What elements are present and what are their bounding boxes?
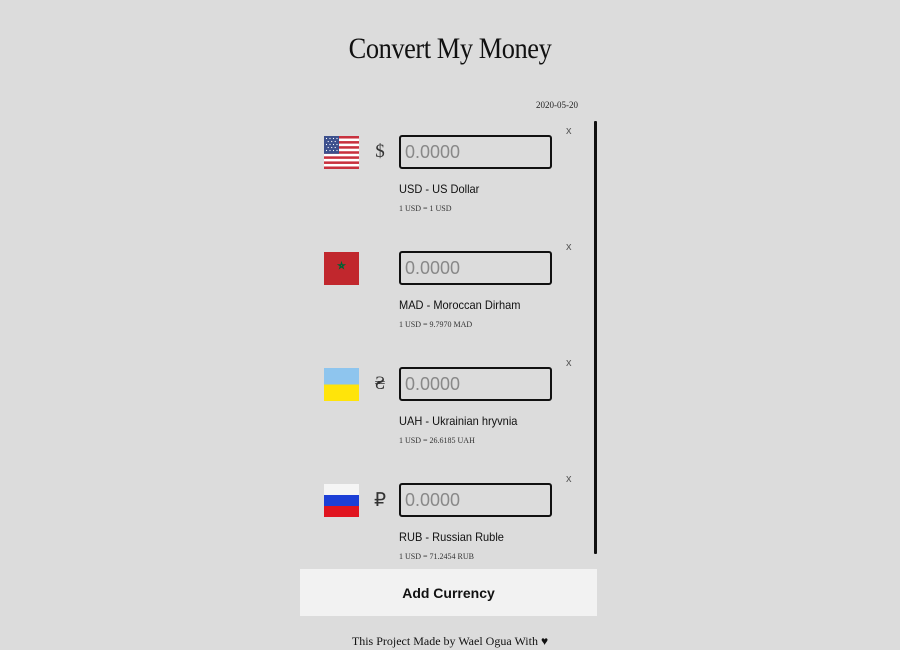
remove-currency-button[interactable]: x	[566, 125, 572, 137]
currency-name: USD - US Dollar	[399, 182, 480, 196]
currency-symbol: $	[375, 141, 385, 162]
currency-symbol: ₽	[373, 490, 387, 511]
currency-row-rub: ₽ RUB - Russian Ruble 1 USD = 71.2454 RU…	[300, 469, 590, 569]
amount-input-usd[interactable]	[399, 135, 552, 169]
rates-date: 2020-05-20	[536, 100, 578, 110]
currency-row-usd: $ USD - US Dollar 1 USD = 1 USD x	[300, 121, 590, 221]
us-flag-icon	[324, 136, 359, 169]
amount-input-mad[interactable]	[399, 251, 552, 285]
amount-input-uah[interactable]	[399, 367, 552, 401]
remove-currency-button[interactable]: x	[566, 473, 572, 485]
remove-currency-button[interactable]: x	[566, 357, 572, 369]
currency-row-mad: MAD - Moroccan Dirham 1 USD = 9.7970 MAD…	[300, 237, 590, 337]
currency-name: RUB - Russian Ruble	[399, 530, 504, 544]
scrollbar[interactable]	[594, 121, 597, 554]
page-title: Convert My Money	[348, 32, 552, 65]
exchange-rate: 1 USD = 1 USD	[399, 204, 452, 213]
exchange-rate: 1 USD = 71.2454 RUB	[399, 552, 474, 561]
currency-name: UAH - Ukrainian hryvnia	[399, 414, 518, 428]
exchange-rate: 1 USD = 26.6185 UAH	[399, 436, 475, 445]
exchange-rate: 1 USD = 9.7970 MAD	[399, 320, 473, 329]
add-currency-button[interactable]: Add Currency	[300, 569, 597, 616]
remove-currency-button[interactable]: x	[566, 241, 572, 253]
amount-input-rub[interactable]	[399, 483, 552, 517]
currency-name: MAD - Moroccan Dirham	[399, 298, 521, 312]
russia-flag-icon	[324, 484, 359, 517]
morocco-flag-icon	[324, 252, 359, 285]
footer-credit: This Project Made by Wael Ogua With ♥	[351, 634, 549, 648]
currency-symbol: ₴	[374, 373, 386, 394]
ukraine-flag-icon	[324, 368, 359, 401]
currency-row-uah: ₴ UAH - Ukrainian hryvnia 1 USD = 26.618…	[300, 353, 590, 453]
